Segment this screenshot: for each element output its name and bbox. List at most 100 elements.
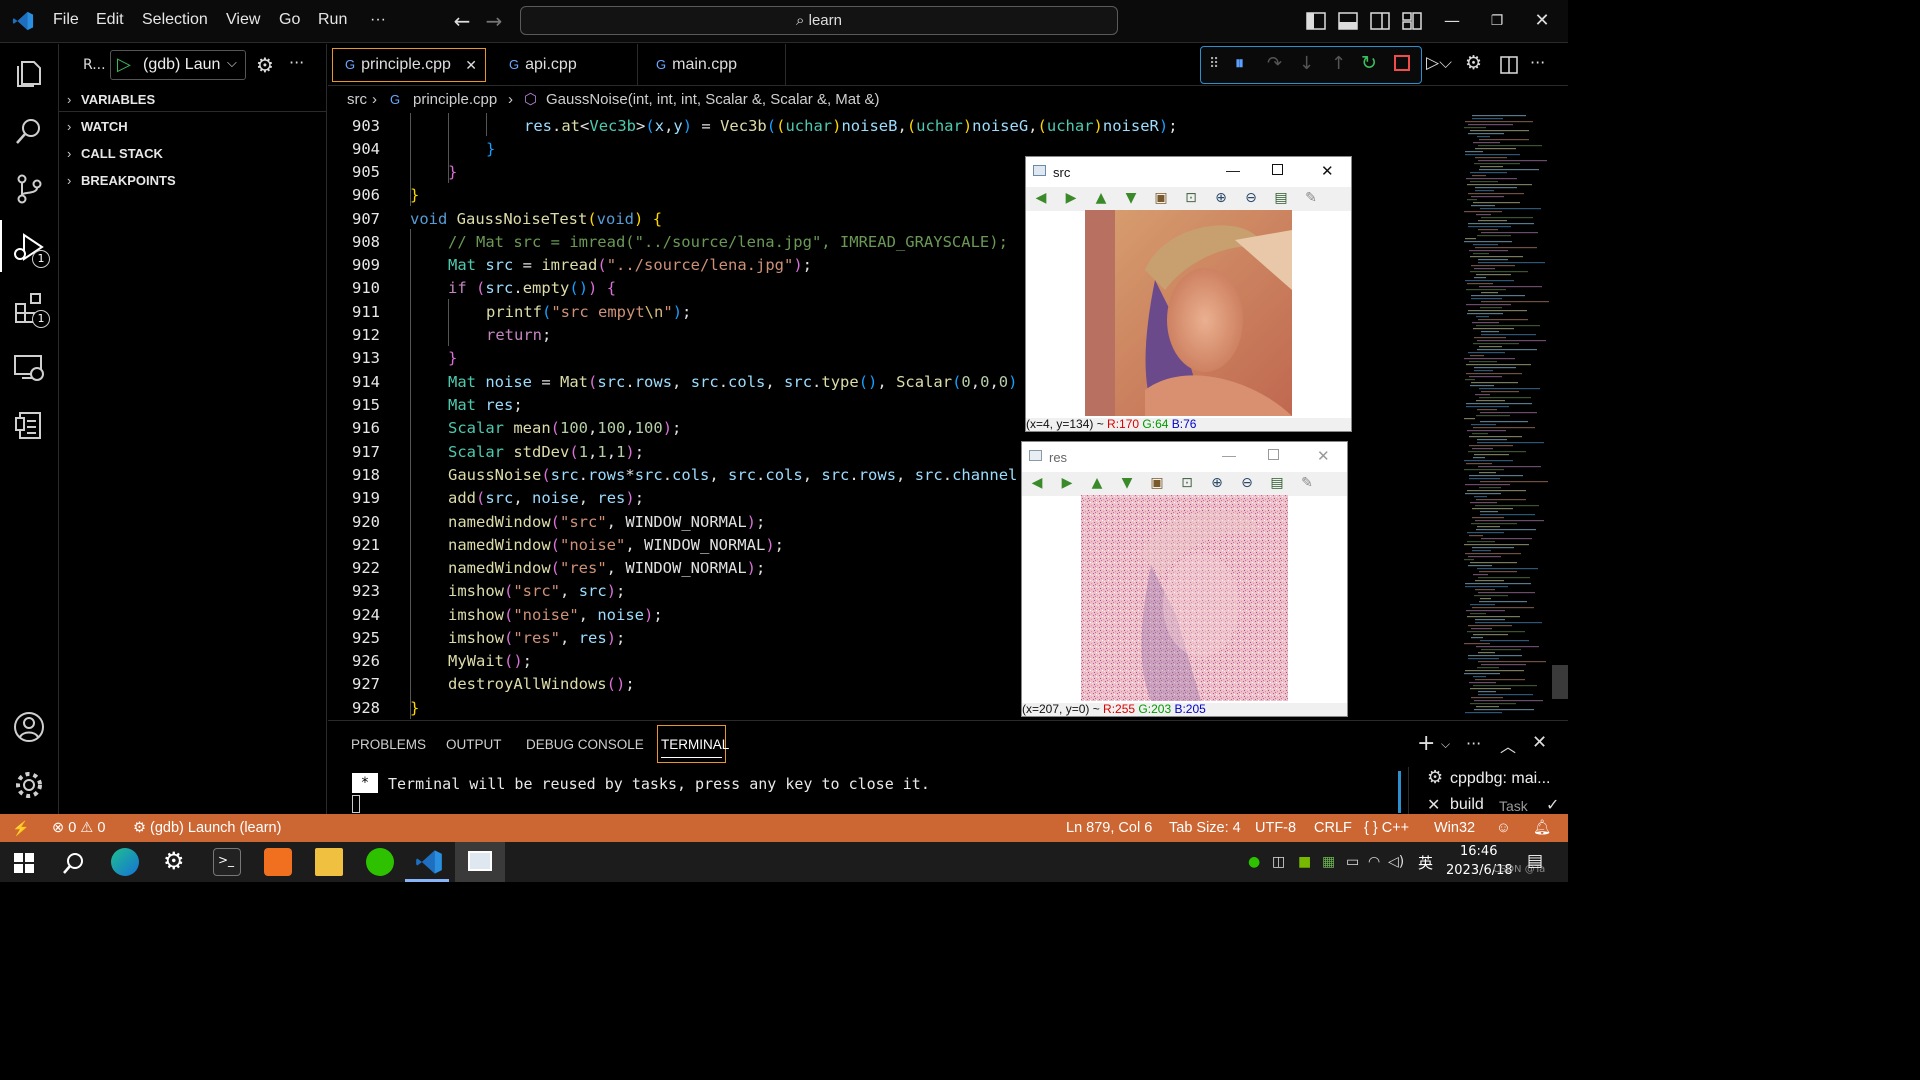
zoom-original-icon[interactable]: ▣ [1148, 474, 1166, 492]
menu-more[interactable]: ··· [370, 11, 386, 29]
pan-left-icon[interactable]: ◀ [1032, 189, 1050, 207]
feedback-icon[interactable]: ☺ [1496, 814, 1511, 842]
pdf-reader-icon[interactable] [264, 848, 292, 876]
battery-icon[interactable]: ▭ [1346, 854, 1359, 870]
save-icon[interactable]: ▤ [1272, 189, 1290, 207]
tab-output[interactable]: OUTPUT [446, 737, 502, 752]
source-control-icon[interactable] [12, 172, 46, 206]
tab-size[interactable]: Tab Size: 4 [1169, 814, 1241, 842]
variables-section[interactable]: › VARIABLES [67, 92, 155, 107]
search-view-icon[interactable] [12, 114, 46, 148]
new-terminal-plus-icon[interactable]: + [1417, 731, 1435, 756]
cursor-position[interactable]: Ln 879, Col 6 [1066, 814, 1152, 842]
pan-down-icon[interactable]: ▼ [1122, 189, 1140, 207]
opencv-window-res[interactable]: res — ✕ ◀ ▶ ▲ ▼ ▣ ⊡ ⊕ ⊖ ▤ ✎ (x=207, y=0)… [1021, 441, 1348, 717]
clock-time[interactable]: 16:46 [1460, 844, 1497, 859]
run-debug-icon[interactable]: 1 [12, 230, 50, 268]
chevron-down-icon[interactable]: ⌵ [1441, 737, 1450, 752]
file-explorer-icon[interactable] [315, 848, 343, 876]
zoom-fit-icon[interactable]: ⊡ [1178, 474, 1196, 492]
split-editor-icon[interactable] [1500, 56, 1518, 74]
close-panel-icon[interactable]: ✕ [1532, 732, 1547, 753]
tab-main-cpp[interactable]: Gmain.cpp [638, 44, 786, 86]
minimap-slider[interactable] [1552, 665, 1568, 699]
accounts-icon[interactable] [12, 710, 46, 744]
properties-icon[interactable]: ✎ [1302, 189, 1320, 207]
wechat-tray-icon[interactable]: ● [1248, 854, 1260, 870]
menu-selection[interactable]: Selection [142, 11, 208, 29]
stop-icon[interactable] [1394, 55, 1410, 71]
maximize-icon[interactable] [1272, 164, 1283, 175]
forward-arrow-icon[interactable]: → [484, 11, 504, 31]
terminal-tab-cppdbg[interactable]: ⚙ cppdbg: mai... [1409, 767, 1568, 791]
pan-up-icon[interactable]: ▲ [1092, 189, 1110, 207]
tab-api-cpp[interactable]: Gapi.cpp [491, 44, 638, 86]
run-code-icon[interactable]: ▷⌵ [1426, 53, 1452, 73]
volume-icon[interactable]: ◁) [1388, 854, 1404, 870]
drag-handle-icon[interactable]: ⠿ [1209, 56, 1219, 72]
maximize-panel-chevron-up-icon[interactable]: ︿ [1500, 733, 1516, 757]
notification-center-icon[interactable]: ▤ [1527, 851, 1543, 871]
menu-go[interactable]: Go [279, 11, 300, 29]
maximize-icon[interactable] [1268, 449, 1279, 460]
encoding[interactable]: UTF-8 [1255, 814, 1296, 842]
zoom-in-icon[interactable]: ⊕ [1212, 189, 1230, 207]
terminal-output[interactable]: Terminal will be reused by tasks, press … [388, 775, 930, 793]
toggle-panel-icon[interactable] [1338, 12, 1358, 30]
problems-status[interactable]: ⊗ 0 ⚠ 0 [52, 814, 105, 842]
opencv-taskbar-button[interactable] [455, 842, 505, 882]
breadcrumb-symbol[interactable]: GaussNoise(int, int, int, Scalar &, Scal… [546, 87, 879, 113]
vscode-taskbar-icon[interactable] [415, 848, 443, 876]
zoom-out-icon[interactable]: ⊖ [1242, 189, 1260, 207]
call-stack-section[interactable]: › CALL STACK [67, 146, 163, 161]
breadcrumb-file[interactable]: principle.cpp [413, 87, 497, 113]
breadcrumb-folder[interactable]: src [347, 87, 367, 113]
save-icon[interactable]: ▤ [1268, 474, 1286, 492]
wechat-icon[interactable] [366, 848, 394, 876]
editor-more-actions-icon[interactable]: ··· [1530, 53, 1545, 72]
panel-more-actions-icon[interactable]: ··· [1466, 734, 1481, 753]
minimap[interactable] [1458, 113, 1568, 720]
testing-icon[interactable] [12, 408, 46, 442]
tab-principle-cpp[interactable]: Gprinciple.cpp ✕ [332, 48, 486, 82]
pan-left-icon[interactable]: ◀ [1028, 474, 1046, 492]
breakpoints-section[interactable]: › BREAKPOINTS [67, 173, 176, 188]
pan-right-icon[interactable]: ▶ [1058, 474, 1076, 492]
menu-run[interactable]: Run [318, 11, 347, 29]
start-debug-icon[interactable]: ▷ [117, 54, 131, 75]
zoom-fit-icon[interactable]: ⊡ [1182, 189, 1200, 207]
opencv-window-src[interactable]: src — ✕ ◀ ▶ ▲ ▼ ▣ ⊡ ⊕ ⊖ ▤ ✎ (x=4, y=134)… [1025, 156, 1352, 432]
menu-view[interactable]: View [226, 11, 260, 29]
menu-file[interactable]: File [53, 11, 79, 29]
remote-indicator-icon[interactable]: ⚡ [12, 814, 29, 842]
tab-terminal[interactable]: TERMINAL [657, 725, 729, 763]
close-tab-icon[interactable]: ✕ [465, 49, 477, 81]
minimize-icon[interactable]: — [1222, 447, 1236, 463]
minimize-icon[interactable]: — [1226, 162, 1240, 178]
zoom-original-icon[interactable]: ▣ [1152, 189, 1170, 207]
settings-app-icon[interactable]: ⚙ [163, 847, 185, 875]
edge-browser-icon[interactable] [111, 848, 139, 876]
app-tray-icon[interactable]: ▦ [1322, 854, 1335, 870]
pause-icon[interactable]: ⏸ [1235, 53, 1244, 74]
open-launch-json-gear-icon[interactable]: ⚙ [256, 53, 274, 77]
step-out-icon[interactable]: ↑ [1331, 53, 1346, 74]
remote-explorer-icon[interactable] [12, 350, 46, 384]
restore-icon[interactable]: ❐ [1487, 11, 1507, 31]
close-icon[interactable]: ✕ [1317, 447, 1330, 465]
terminal-app-icon[interactable]: >_ [213, 848, 241, 876]
minimize-icon[interactable]: — [1442, 11, 1462, 31]
windows-start-icon[interactable] [14, 853, 34, 873]
notifications-bell-icon[interactable]: 🔔︎ [1533, 814, 1551, 842]
command-center-search[interactable]: ⌕ learn [520, 6, 1118, 35]
taskbar-search-icon[interactable] [62, 851, 86, 875]
window-title-bar[interactable]: src — ✕ [1026, 157, 1351, 187]
editor-settings-gear-icon[interactable]: ⚙ [1465, 52, 1482, 74]
zoom-in-icon[interactable]: ⊕ [1208, 474, 1226, 492]
settings-gear-icon[interactable] [12, 768, 46, 802]
nvidia-tray-icon[interactable]: ■ [1298, 854, 1311, 870]
menu-edit[interactable]: Edit [96, 11, 124, 29]
restart-icon[interactable]: ↻ [1361, 52, 1377, 74]
toggle-sidebar-icon[interactable] [1306, 12, 1326, 30]
wifi-icon[interactable]: ◠ [1368, 854, 1380, 870]
